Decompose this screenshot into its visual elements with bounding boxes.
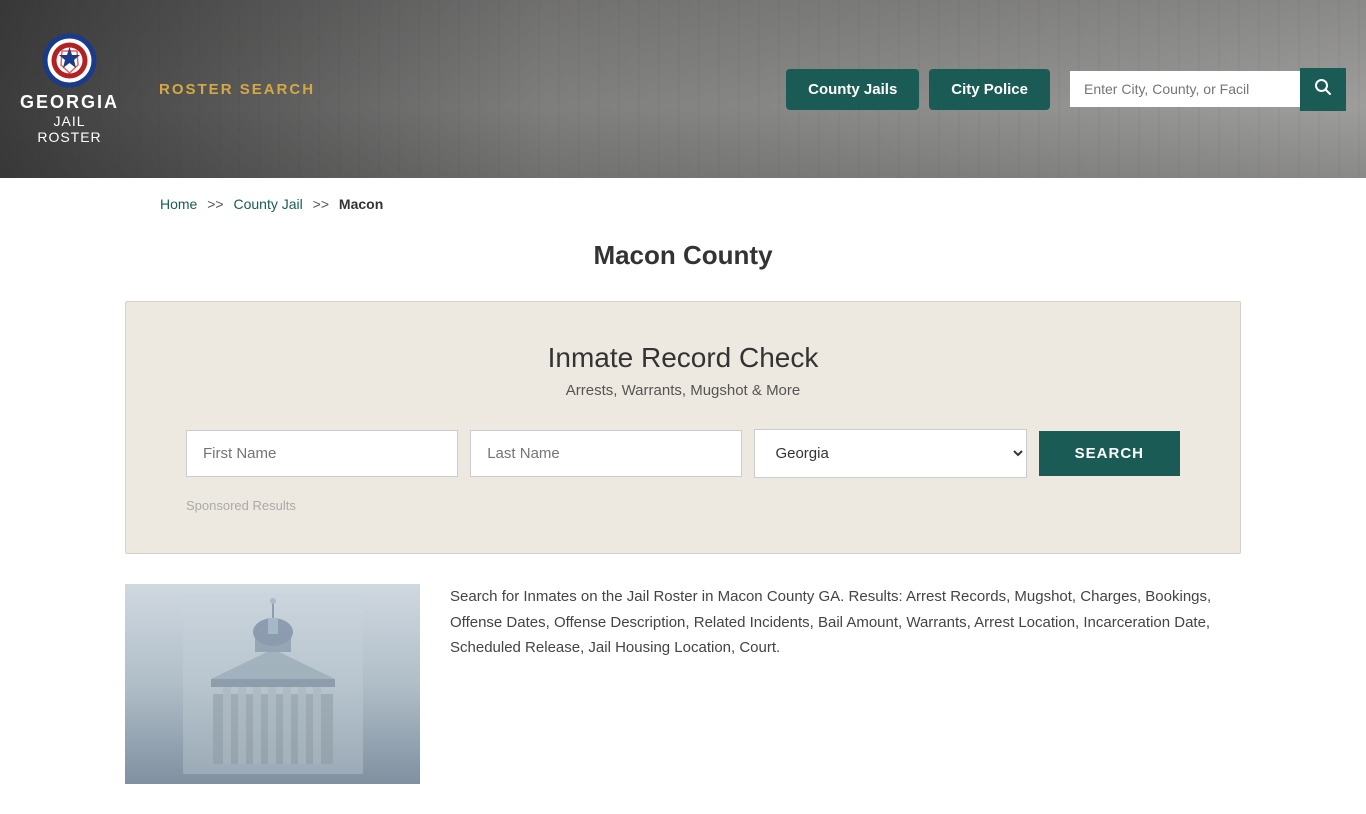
search-icon — [1314, 78, 1332, 96]
breadcrumb-separator-2: >> — [313, 196, 329, 212]
record-check-section: Inmate Record Check Arrests, Warrants, M… — [125, 301, 1241, 554]
first-name-input[interactable] — [186, 430, 458, 477]
breadcrumb-home-link[interactable]: Home — [160, 196, 197, 212]
sponsored-results-label: Sponsored Results — [186, 498, 1180, 513]
logo-roster-text: ROSTER — [37, 129, 101, 145]
breadcrumb-county-jail-link[interactable]: County Jail — [234, 196, 303, 212]
record-check-subtitle: Arrests, Warrants, Mugshot & More — [186, 382, 1180, 399]
header-search-button[interactable] — [1300, 68, 1346, 111]
record-check-title: Inmate Record Check — [186, 342, 1180, 374]
page-title: Macon County — [0, 240, 1366, 271]
nav-roster-search-label[interactable]: ROSTER SEARCH — [159, 81, 315, 98]
county-building-image — [125, 584, 420, 784]
county-description: Search for Inmates on the Jail Roster in… — [450, 584, 1241, 661]
breadcrumb-separator-1: >> — [207, 196, 223, 212]
last-name-input[interactable] — [470, 430, 742, 477]
county-jails-button[interactable]: County Jails — [786, 69, 919, 110]
breadcrumb-current: Macon — [339, 196, 383, 212]
logo-georgia-text: GEORGIA — [20, 92, 119, 113]
header-banner: GEORGIA JAIL ROSTER ROSTER SEARCH County… — [0, 0, 1366, 178]
record-search-button[interactable]: SEARCH — [1039, 431, 1180, 476]
header-content: GEORGIA JAIL ROSTER ROSTER SEARCH County… — [0, 0, 1366, 178]
georgia-flag-icon — [42, 33, 97, 88]
state-select[interactable]: Georgia Alabama Florida Tennessee South … — [754, 429, 1026, 478]
header-search-input[interactable] — [1070, 71, 1300, 107]
nav-buttons: County Jails City Police — [786, 69, 1050, 110]
logo-jail-text: JAIL — [54, 113, 86, 129]
logo-area[interactable]: GEORGIA JAIL ROSTER — [20, 33, 119, 145]
building-icon — [183, 594, 363, 774]
city-police-button[interactable]: City Police — [929, 69, 1050, 110]
breadcrumb: Home >> County Jail >> Macon — [0, 178, 1366, 230]
bottom-content: Search for Inmates on the Jail Roster in… — [125, 584, 1241, 784]
header-search-bar — [1070, 68, 1346, 111]
record-check-form: Georgia Alabama Florida Tennessee South … — [186, 429, 1180, 478]
